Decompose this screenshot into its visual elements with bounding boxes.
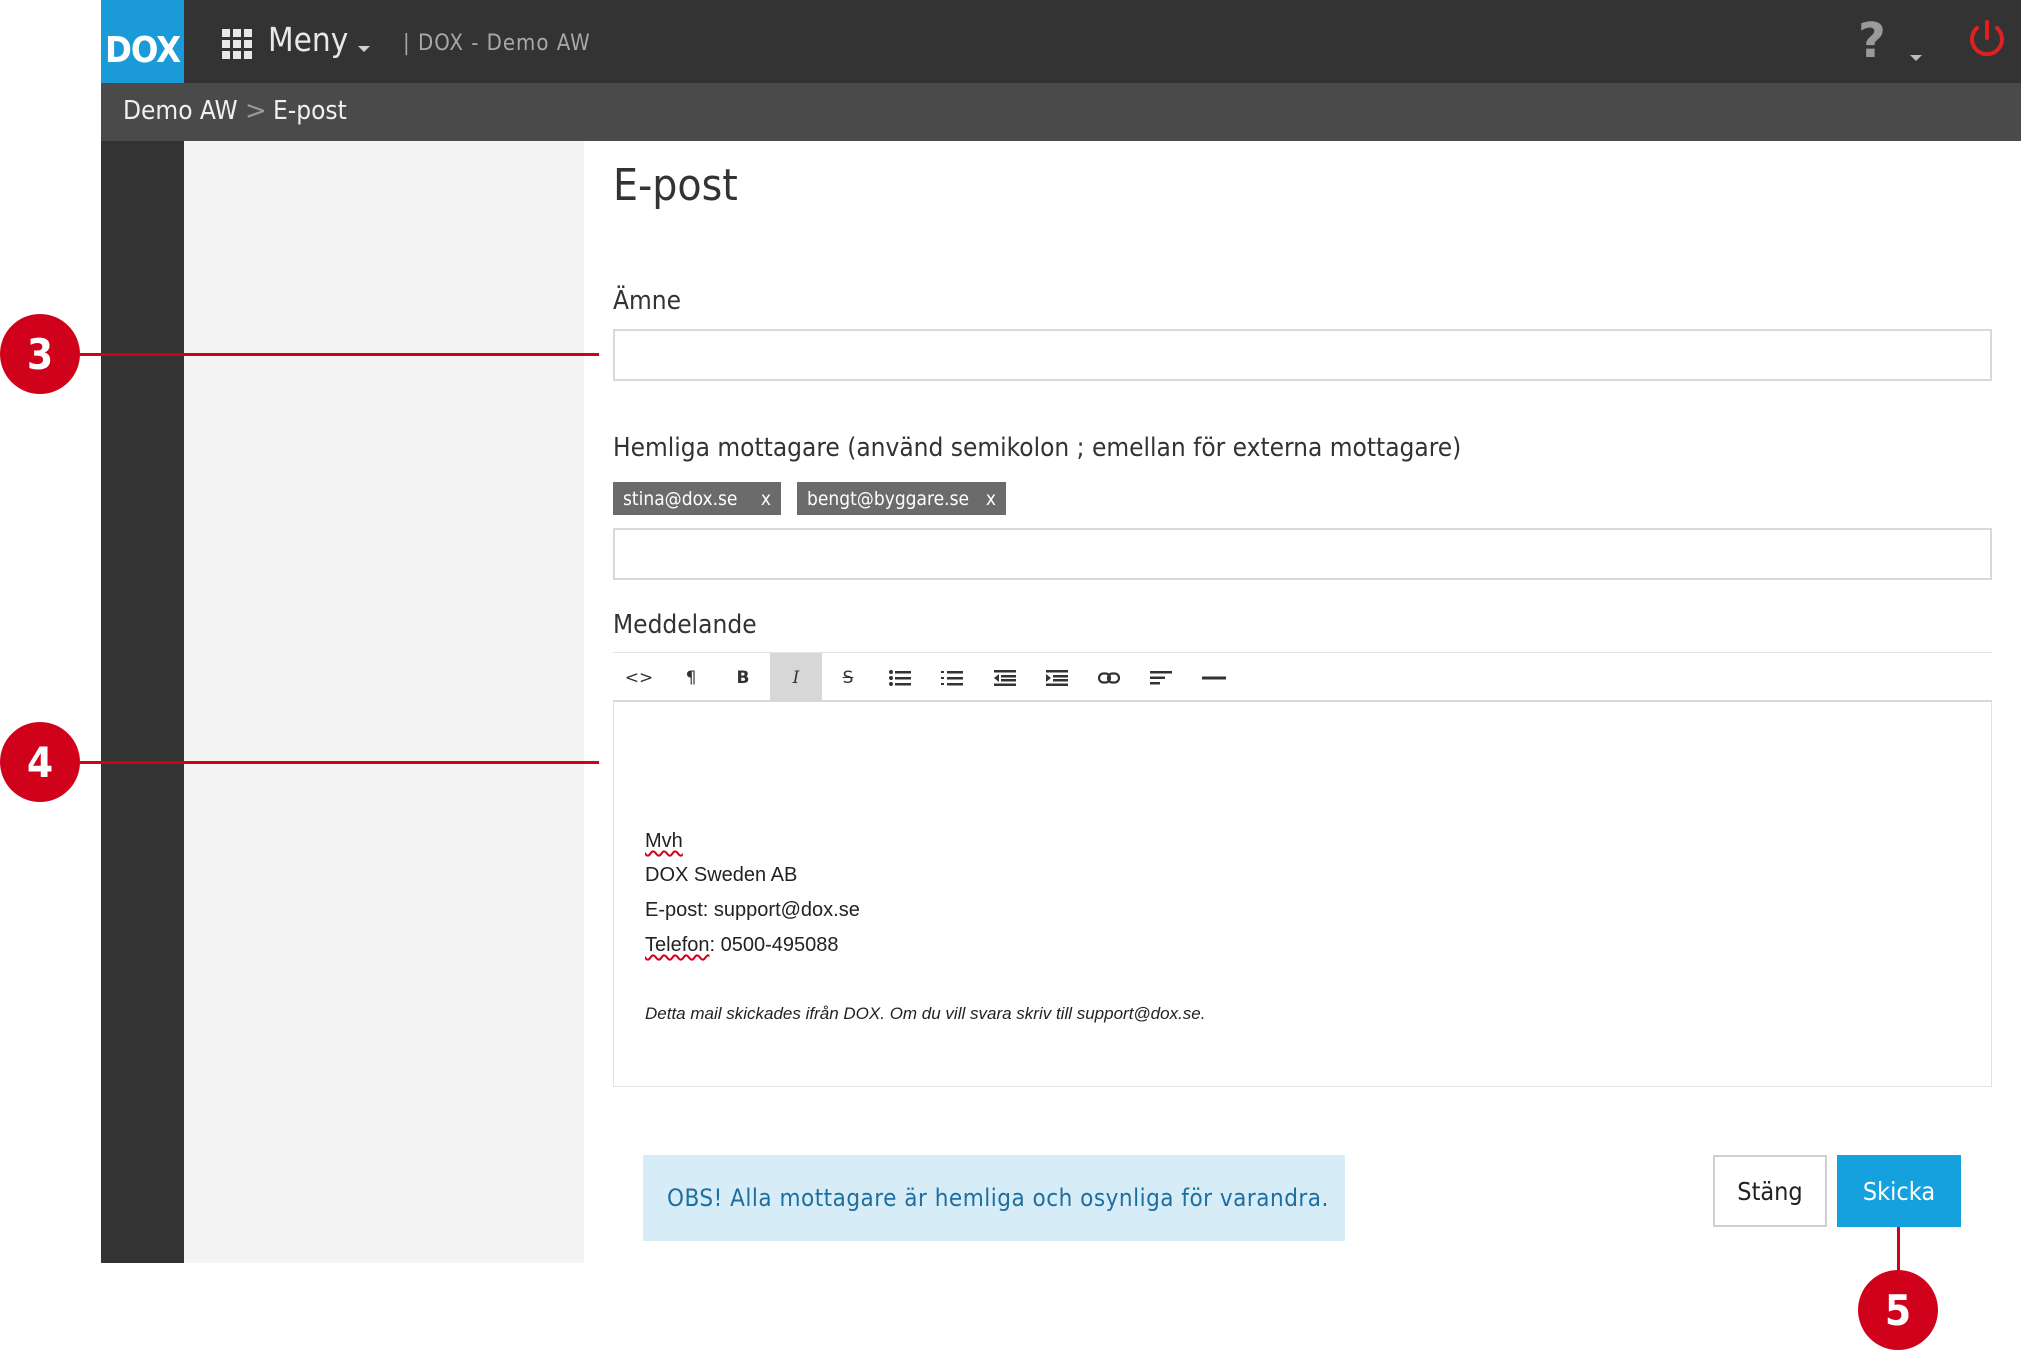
signature-phone-value: : 0500-495088 (709, 934, 839, 956)
side-panel (184, 141, 584, 1263)
dox-logo[interactable]: DOX (101, 0, 184, 83)
ordered-list-icon[interactable] (926, 653, 978, 702)
sidebar-rail (101, 141, 184, 1263)
editor-toolbar: <> ¶ B I S (613, 652, 1992, 702)
breadcrumb (101, 83, 2021, 141)
paragraph-icon[interactable]: ¶ (665, 653, 717, 702)
subject-input[interactable] (613, 329, 1992, 381)
indent-icon[interactable] (1031, 653, 1083, 702)
remove-recipient-button[interactable]: x (986, 488, 996, 510)
callout-4: 4 (0, 722, 80, 802)
close-button[interactable]: Stäng (1713, 1155, 1827, 1227)
send-button[interactable]: Skicka (1837, 1155, 1961, 1227)
unordered-list-icon[interactable] (874, 653, 926, 702)
link-icon[interactable] (1083, 653, 1135, 702)
signature-phone-label: Telefon (645, 934, 710, 956)
callout-3: 3 (0, 314, 80, 394)
callout-5: 5 (1858, 1270, 1938, 1350)
callout-3-line (80, 353, 599, 356)
power-icon[interactable] (1965, 18, 2009, 62)
help-chevron-down-icon[interactable] (1910, 55, 1922, 61)
menu-button[interactable]: Meny (268, 20, 348, 59)
signature-disclaimer: Detta mail skickades ifrån DOX. Om du vi… (645, 1004, 1206, 1023)
page-title: E-post (613, 160, 738, 211)
subject-label: Ämne (613, 286, 682, 316)
chevron-down-icon[interactable] (358, 46, 370, 52)
app-title: | DOX - Demo AW (403, 31, 591, 56)
recipient-tag-email: bengt@byggare.se (807, 487, 969, 510)
recipient-tag: bengt@byggare.se x (797, 482, 1006, 515)
breadcrumb-item-current: E-post (273, 96, 347, 126)
top-navbar (101, 0, 2021, 83)
breadcrumb-item-demo-aw[interactable]: Demo AW (123, 96, 238, 126)
recipient-tag-email: stina@dox.se (623, 487, 738, 510)
signature-company: DOX Sweden AB (645, 864, 798, 886)
align-icon[interactable] (1135, 653, 1187, 702)
bcc-input[interactable] (613, 528, 1992, 580)
message-label: Meddelande (613, 610, 757, 640)
strikethrough-icon[interactable]: S (822, 653, 874, 702)
recipient-tag: stina@dox.se x (613, 482, 781, 515)
signature-email: E-post: support@dox.se (645, 899, 860, 921)
breadcrumb-separator-icon: > (245, 96, 267, 126)
notice-message: OBS! Alla mottagare är hemliga och osynl… (643, 1155, 1345, 1241)
remove-recipient-button[interactable]: x (761, 488, 771, 510)
horizontal-rule-icon[interactable] (1188, 653, 1240, 702)
html-source-icon[interactable]: <> (613, 653, 665, 702)
help-icon[interactable]: ? (1858, 13, 1886, 69)
bold-icon[interactable]: B (717, 653, 769, 702)
callout-5-line (1897, 1227, 1900, 1272)
apps-grid-icon[interactable] (222, 29, 252, 59)
italic-icon[interactable]: I (770, 653, 822, 702)
bcc-label: Hemliga mottagare (använd semikolon ; em… (613, 433, 1462, 463)
message-editor[interactable]: Mvh DOX Sweden AB E-post: support@dox.se… (613, 702, 1992, 1087)
outdent-icon[interactable] (979, 653, 1031, 702)
signature-greeting: Mvh (645, 830, 683, 852)
callout-4-line (80, 761, 599, 764)
